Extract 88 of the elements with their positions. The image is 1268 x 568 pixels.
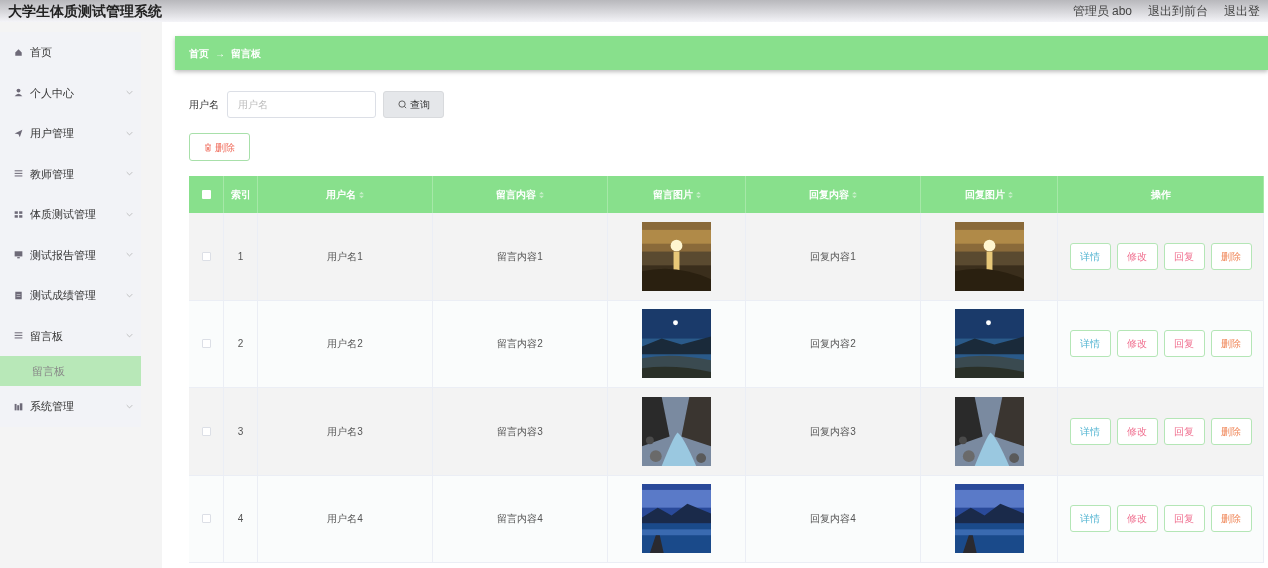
table-cell-text: 3: [237, 424, 244, 439]
list-icon: [14, 331, 23, 341]
table-cell-text: 用户名2: [327, 337, 363, 352]
chevron-icon: [126, 403, 133, 409]
table-cell-text: 留言内容1: [497, 249, 543, 264]
table-cell-text: 用户名3: [327, 424, 363, 439]
details-button[interactable]: 详情: [1069, 242, 1111, 270]
edit-button[interactable]: 修改: [1116, 330, 1158, 358]
sidebar-item[interactable]: 测试成绩管理: [0, 275, 141, 316]
paper-plane-icon: [14, 128, 23, 138]
checkbox[interactable]: [201, 339, 211, 349]
edit-button[interactable]: 修改: [1116, 417, 1158, 445]
sort-icon[interactable]: [1008, 190, 1013, 199]
column-header[interactable]: 留言图片: [652, 187, 693, 202]
sidebar-item[interactable]: 留言板: [0, 315, 141, 356]
column-header: 索引: [230, 188, 251, 202]
table-cell-text: 2: [237, 337, 244, 352]
breadcrumb-link[interactable]: 首页: [189, 45, 209, 61]
checkbox[interactable]: [201, 426, 211, 436]
home-icon: [14, 47, 23, 57]
grid-icon: [14, 209, 23, 219]
user-link[interactable]: 管理员 abo: [1072, 2, 1132, 20]
table-cell-text: 回复内容1: [810, 249, 856, 264]
table-cell-text: 回复内容2: [810, 337, 856, 352]
sidebar-item[interactable]: 用户管理: [0, 113, 141, 154]
table-cell-text: 回复内容3: [810, 424, 856, 439]
chevron-icon: [126, 292, 133, 298]
table-cell-text: 1: [237, 249, 244, 264]
checkbox[interactable]: [201, 190, 211, 199]
column-header[interactable]: 用户名: [326, 187, 356, 202]
chevron-icon: [126, 130, 133, 136]
sidebar-item[interactable]: 个人中心: [0, 72, 141, 113]
column-header[interactable]: 留言内容: [496, 187, 536, 202]
delete-button[interactable]: 删除: [189, 133, 250, 161]
checkbox[interactable]: [201, 251, 211, 261]
monitor-icon: [14, 250, 23, 260]
table-cell-text: 4: [237, 512, 244, 527]
chevron-icon: [126, 252, 133, 258]
bar-chart-icon: [14, 401, 23, 411]
search-icon: [397, 100, 407, 109]
arrow-separator: →: [215, 46, 225, 61]
delete-button[interactable]: 删除: [1210, 505, 1252, 533]
edit-button[interactable]: 修改: [1116, 505, 1158, 533]
app-title: 大学生体质测试管理系统: [8, 4, 162, 18]
reply-button[interactable]: 回复: [1163, 505, 1205, 533]
column-header: 操作: [1150, 188, 1171, 202]
edit-button[interactable]: 修改: [1116, 242, 1158, 270]
field-label: 用户名: [189, 98, 219, 112]
sidebar-subitem[interactable]: 留言板: [0, 356, 141, 386]
delete-button[interactable]: 删除: [1210, 417, 1252, 445]
search-button[interactable]: 查询: [383, 91, 444, 118]
column-header[interactable]: 回复图片: [965, 187, 1005, 202]
reply-button[interactable]: 回复: [1163, 417, 1205, 445]
sort-icon[interactable]: [359, 190, 364, 199]
table-cell-text: 用户名1: [327, 249, 363, 264]
sidebar-item[interactable]: 测试报告管理: [0, 234, 141, 275]
table-cell-text: 用户名4: [327, 512, 363, 527]
sidebar-item[interactable]: 系统管理: [0, 386, 141, 427]
column-header[interactable]: 回复内容: [809, 187, 849, 202]
sidebar-item[interactable]: 首页: [0, 32, 141, 73]
checkbox[interactable]: [201, 514, 211, 524]
sort-icon[interactable]: [852, 190, 857, 199]
chevron-icon: [126, 90, 133, 96]
search-field[interactable]: 用户名: [227, 91, 376, 118]
header-link[interactable]: 退出登: [1224, 2, 1260, 20]
details-button[interactable]: 详情: [1069, 505, 1111, 533]
sort-icon[interactable]: [539, 190, 544, 199]
list-icon: [14, 169, 23, 179]
details-button[interactable]: 详情: [1069, 330, 1111, 358]
table-cell-text: 留言内容2: [497, 337, 543, 352]
header-link[interactable]: 退出到前台: [1148, 2, 1208, 20]
delete-button[interactable]: 删除: [1210, 330, 1252, 358]
sort-icon[interactable]: [695, 190, 701, 199]
breadcrumb-link[interactable]: 留言板: [231, 45, 261, 61]
details-button[interactable]: 详情: [1069, 417, 1111, 445]
user-icon: [14, 88, 23, 98]
reply-button[interactable]: 回复: [1163, 242, 1205, 270]
sidebar-item[interactable]: 教师管理: [0, 153, 141, 194]
sidebar-item[interactable]: 体质测试管理: [0, 194, 141, 235]
table-cell-text: 留言内容3: [497, 424, 543, 439]
reply-button[interactable]: 回复: [1163, 330, 1205, 358]
table-cell-text: 回复内容4: [810, 512, 856, 527]
chevron-icon: [126, 171, 133, 177]
document-icon: [14, 290, 23, 300]
chevron-icon: [126, 333, 133, 339]
chevron-icon: [126, 211, 133, 217]
table-cell-text: 留言内容4: [497, 512, 543, 527]
delete-button[interactable]: 删除: [1210, 242, 1252, 270]
